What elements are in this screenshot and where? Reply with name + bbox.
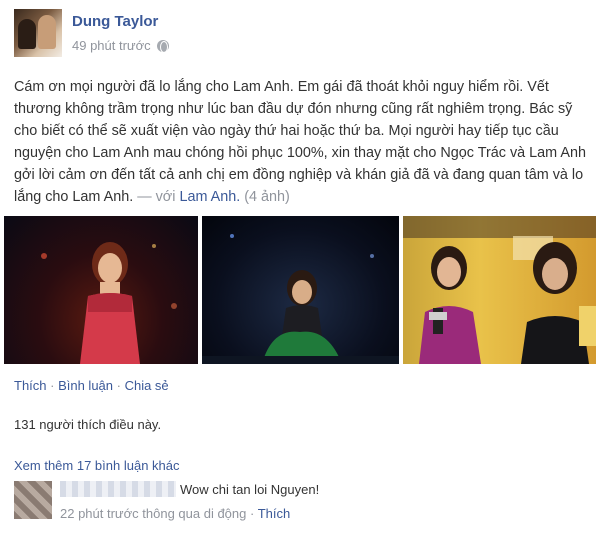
comment-time: 22 phút trước thông qua di động · bbox=[60, 506, 258, 521]
commenter-avatar[interactable] bbox=[14, 481, 52, 519]
share-link[interactable]: Chia sẻ bbox=[125, 378, 169, 393]
author-avatar[interactable] bbox=[14, 9, 62, 57]
view-more-comments-link[interactable]: Xem thêm 17 bình luận khác bbox=[14, 458, 180, 473]
comment-link[interactable]: Bình luận bbox=[58, 378, 113, 393]
author-name[interactable]: Dung Taylor bbox=[72, 13, 158, 30]
post-body: Cám ơn mọi người đã lo lắng cho Lam Anh.… bbox=[14, 76, 590, 208]
like-link[interactable]: Thích bbox=[14, 378, 47, 393]
tagged-person-link[interactable]: Lam Anh. bbox=[179, 189, 240, 205]
comment-meta: 22 phút trước thông qua di động · Thích bbox=[60, 506, 290, 521]
photo-3[interactable] bbox=[403, 216, 596, 364]
post-message: Cám ơn mọi người đã lo lắng cho Lam Anh.… bbox=[14, 79, 586, 205]
tag-prefix: — với bbox=[133, 189, 180, 205]
commenter-name-blurred[interactable] bbox=[60, 481, 176, 497]
globe-icon bbox=[156, 39, 169, 53]
comment-text: Wow chi tan loi Nguyen! bbox=[180, 482, 320, 497]
action-separator: · bbox=[46, 378, 59, 393]
post-time[interactable]: 49 phút trước bbox=[72, 38, 151, 53]
photo-1[interactable] bbox=[4, 216, 198, 364]
comment-like-link[interactable]: Thích bbox=[258, 506, 291, 521]
post-meta: 49 phút trước bbox=[72, 38, 169, 53]
photo-2[interactable] bbox=[202, 216, 399, 364]
likes-count-link[interactable]: 131 người thích điều này. bbox=[14, 417, 161, 432]
photo-count: (4 ảnh) bbox=[244, 189, 290, 205]
more-comments-row: Xem thêm 17 bình luận khác bbox=[14, 458, 180, 473]
photo-grid bbox=[4, 216, 596, 364]
likes-summary: 131 người thích điều này. bbox=[14, 417, 161, 432]
post-actions: Thích · Bình luận · Chia sẻ bbox=[14, 378, 169, 393]
action-separator: · bbox=[113, 378, 125, 393]
